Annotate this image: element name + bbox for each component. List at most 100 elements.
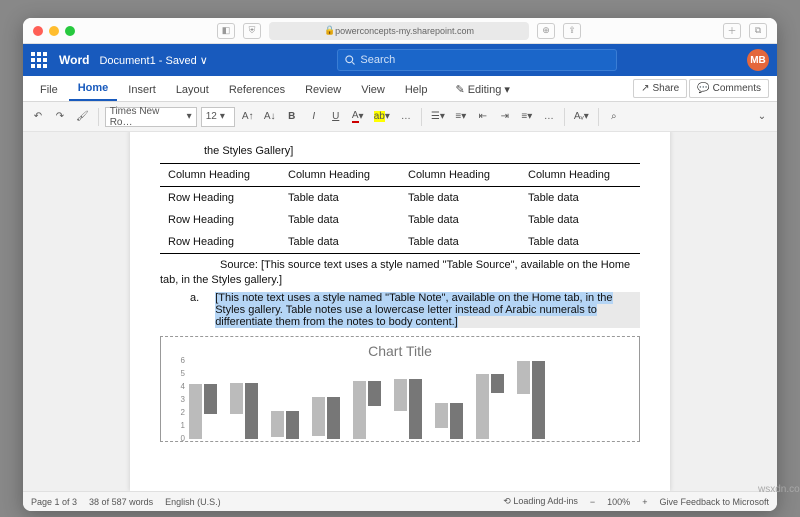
font-color-icon[interactable]: A▾ <box>349 107 367 127</box>
feedback-link[interactable]: Give Feedback to Microsoft <box>659 497 769 507</box>
close-window-icon[interactable] <box>33 26 43 36</box>
bar <box>450 403 463 438</box>
font-selector[interactable]: Times New Ro…▾ <box>105 107 197 127</box>
page: the Styles Gallery] Column Heading Colum… <box>130 132 670 491</box>
bar <box>286 411 299 438</box>
tab-view[interactable]: View <box>352 79 394 101</box>
language-indicator[interactable]: English (U.S.) <box>165 497 221 507</box>
search-placeholder: Search <box>360 54 395 66</box>
table-cell: Table data <box>400 186 520 209</box>
page-indicator[interactable]: Page 1 of 3 <box>31 497 77 507</box>
underline-button[interactable]: U <box>327 107 345 127</box>
shield-icon[interactable]: ⛨ <box>243 23 261 39</box>
table-header: Column Heading <box>160 163 280 186</box>
app-launcher-icon[interactable] <box>31 52 49 68</box>
shrink-font-icon[interactable]: A↓ <box>261 107 279 127</box>
tab-review[interactable]: Review <box>296 79 350 101</box>
indent-icon[interactable]: ⇥ <box>496 107 514 127</box>
editing-mode-dropdown[interactable]: ✎ Editing ▾ <box>446 78 518 101</box>
table-cell: Table data <box>520 186 640 209</box>
font-size-selector[interactable]: 12▾ <box>201 107 235 127</box>
tab-help[interactable]: Help <box>396 79 437 101</box>
zoom-level[interactable]: 100% <box>607 497 630 507</box>
bar <box>394 379 407 412</box>
tab-file[interactable]: File <box>31 79 67 101</box>
bar <box>189 384 202 439</box>
bar <box>409 379 422 439</box>
table-header: Column Heading <box>520 163 640 186</box>
tabs-icon[interactable]: ⧉ <box>749 23 767 39</box>
bar <box>327 397 340 439</box>
ribbon-collapse-icon[interactable]: ⌄ <box>753 107 771 127</box>
bar-group <box>271 411 299 438</box>
bullets-icon[interactable]: ☰▾ <box>428 107 448 127</box>
app-window: ◧ ⛨ 🔒 powerconcepts-my.sharepoint.com ⊕ … <box>23 18 777 511</box>
undo-icon[interactable]: ↶ <box>29 107 47 127</box>
table-row: Row HeadingTable dataTable dataTable dat… <box>160 186 640 209</box>
table-cell: Table data <box>400 231 520 254</box>
table-cell: Row Heading <box>160 231 280 254</box>
table-cell: Table data <box>280 231 400 254</box>
bar <box>368 381 381 406</box>
tab-home[interactable]: Home <box>69 77 118 101</box>
note-marker: a. <box>190 292 199 328</box>
tab-insert[interactable]: Insert <box>119 79 165 101</box>
status-bar: Page 1 of 3 38 of 587 words English (U.S… <box>23 491 777 511</box>
more-font-icon[interactable]: … <box>397 107 415 127</box>
minimize-window-icon[interactable] <box>49 26 59 36</box>
user-avatar[interactable]: MB <box>747 49 769 71</box>
tab-layout[interactable]: Layout <box>167 79 218 101</box>
sidebar-toggle-icon[interactable]: ◧ <box>217 23 235 39</box>
comments-button[interactable]: 💬 Comments <box>689 79 769 98</box>
table-cell: Table data <box>400 209 520 231</box>
numbering-icon[interactable]: ≡▾ <box>452 107 470 127</box>
source-text: Source: [This source text uses a style n… <box>160 258 640 288</box>
search-input[interactable]: Search <box>337 49 617 71</box>
more-para-icon[interactable]: … <box>540 107 558 127</box>
find-icon[interactable]: ⌕ <box>605 107 623 127</box>
maximize-window-icon[interactable] <box>65 26 75 36</box>
share-button[interactable]: ↗ Share <box>633 79 687 98</box>
bar <box>312 397 325 436</box>
table-row: Row HeadingTable dataTable dataTable dat… <box>160 231 640 254</box>
align-icon[interactable]: ≡▾ <box>518 107 536 127</box>
bold-button[interactable]: B <box>283 107 301 127</box>
italic-button[interactable]: I <box>305 107 323 127</box>
format-painter-icon[interactable]: 🖌 <box>73 107 92 127</box>
chart-placeholder[interactable]: Chart Title 0123456 <box>160 336 640 442</box>
app-name: Word <box>59 53 89 67</box>
new-tab-icon[interactable]: ＋ <box>723 23 741 39</box>
table-header: Column Heading <box>400 163 520 186</box>
zoom-out-icon[interactable]: − <box>590 497 595 507</box>
sample-table: Column Heading Column Heading Column Hea… <box>160 163 640 254</box>
bar <box>271 411 284 437</box>
reader-icon[interactable]: ⊕ <box>537 23 555 39</box>
bar-group <box>353 381 381 438</box>
document-canvas[interactable]: the Styles Gallery] Column Heading Colum… <box>23 132 777 491</box>
tab-references[interactable]: References <box>220 79 294 101</box>
zoom-in-icon[interactable]: + <box>642 497 647 507</box>
ribbon-tabs: File Home Insert Layout References Revie… <box>23 76 777 102</box>
chart-title: Chart Title <box>171 343 629 359</box>
bar-chart: 0123456 <box>171 359 629 439</box>
outdent-icon[interactable]: ⇤ <box>474 107 492 127</box>
table-cell: Table data <box>520 209 640 231</box>
styles-gallery-text: the Styles Gallery] <box>204 144 640 159</box>
bar-group <box>230 383 258 439</box>
highlight-icon[interactable]: ab▾ <box>371 107 393 127</box>
bar <box>491 374 504 394</box>
bar <box>245 383 258 439</box>
bar-group <box>312 397 340 439</box>
bar <box>532 361 545 439</box>
bar <box>353 381 366 438</box>
loading-addins: ⟲ Loading Add-ins <box>503 496 578 507</box>
mac-titlebar: ◧ ⛨ 🔒 powerconcepts-my.sharepoint.com ⊕ … <box>23 18 777 44</box>
word-count[interactable]: 38 of 587 words <box>89 497 153 507</box>
document-name[interactable]: Document1 - Saved ∨ <box>99 54 207 67</box>
note-text: [This note text uses a style named "Tabl… <box>215 292 640 328</box>
styles-icon[interactable]: Aᵥ▾ <box>571 107 592 127</box>
grow-font-icon[interactable]: A↑ <box>239 107 257 127</box>
share-safari-icon[interactable]: ⇪ <box>563 23 581 39</box>
address-bar[interactable]: 🔒 powerconcepts-my.sharepoint.com <box>269 22 529 40</box>
redo-icon[interactable]: ↷ <box>51 107 69 127</box>
